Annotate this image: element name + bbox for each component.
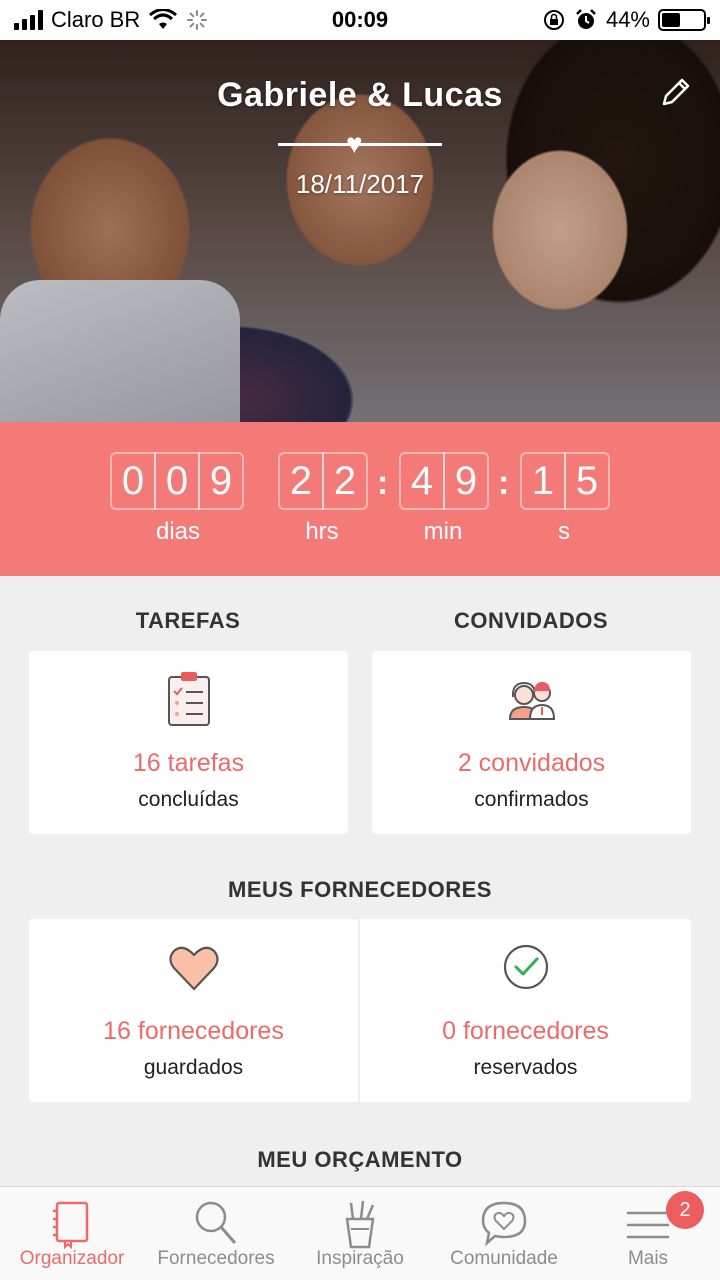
booked-vendors-sub: reservados [473,1056,578,1079]
bottom-tab-bar: Organizador Fornecedores Inspiração Comu… [0,1186,720,1280]
battery-percent: 44% [605,7,650,32]
carrier-label: Claro BR [51,7,141,32]
edit-pencil-icon[interactable] [658,74,694,110]
clipboard-checklist-icon [167,672,210,726]
hours-label: hrs [305,518,339,545]
tab-inspiracao[interactable]: Inspiração [288,1187,432,1280]
tab-fornecedores[interactable]: Fornecedores [144,1187,288,1280]
tasks-sub: concluídas [138,788,239,811]
countdown-panel: 0 0 9 2 2 : 4 9 : 1 5 dias hrs min s [0,422,720,576]
days-digits: 0 0 9 [110,452,244,510]
days-label: dias [155,518,201,545]
notebook-icon [53,1201,89,1250]
seconds-label: s [558,518,570,545]
guests-couple-icon [508,681,555,720]
heart-chat-icon [481,1201,527,1247]
minutes-label: min [423,518,463,545]
tasks-count: 16 tarefas [132,749,245,777]
tab-label: Mais [627,1248,669,1269]
clock: 00:09 [331,7,389,32]
tab-label: Inspiração [316,1248,404,1269]
days-digit: 0 [154,452,200,510]
tab-organizador[interactable]: Organizador [0,1187,144,1280]
tab-comunidade[interactable]: Comunidade [432,1187,576,1280]
alarm-icon [576,9,596,29]
notification-badge: 2 [666,1191,704,1229]
hero-header: Gabriele & Lucas ♥ 18/11/2017 [0,76,720,200]
status-bar: Claro BR 00:09 44% [0,0,720,40]
check-circle-icon [503,944,548,990]
time-separator: : [498,464,510,502]
battery-icon [658,9,710,31]
couple-name: Gabriele & Lucas [217,76,503,114]
guests-sub: confirmados [474,788,589,811]
signal-icon [14,10,43,30]
saved-vendors-sub: guardados [143,1056,244,1079]
hours-digits: 2 2 [278,452,368,510]
tab-label: Fornecedores [157,1248,275,1269]
heart-icon: ♥ [346,128,363,159]
tab-label: Comunidade [450,1248,558,1269]
loading-icon [187,10,208,30]
tab-label: Organizador [19,1248,125,1269]
couple-photo[interactable]: Gabriele & Lucas ♥ 18/11/2017 [0,40,720,422]
hours-digit: 2 [278,452,324,510]
saved-vendors-card[interactable]: 16 fornecedores guardados [29,919,358,1102]
minutes-digit: 9 [443,452,489,510]
booked-vendors-card[interactable]: 0 fornecedores reservados [360,919,691,1102]
pencil-cup-icon [345,1200,375,1249]
seconds-digit: 5 [564,452,610,510]
heart-divider: ♥ [278,129,442,159]
guests-section-title: CONVIDADOS [453,608,609,633]
guests-count: 2 convidados [457,749,606,777]
tasks-card[interactable]: 16 tarefas concluídas [29,651,348,834]
heart-icon [168,946,219,991]
days-digit: 0 [110,452,156,510]
time-separator: : [377,464,389,502]
seconds-digits: 1 5 [520,452,610,510]
budget-section-title: MEU ORÇAMENTO [257,1147,463,1172]
rotation-lock-icon [543,10,564,30]
vendors-section-title: MEUS FORNECEDORES [228,877,492,902]
wedding-date: 18/11/2017 [295,169,425,199]
seconds-digit: 1 [520,452,566,510]
minutes-digit: 4 [399,452,445,510]
guests-card[interactable]: 2 convidados confirmados [372,651,691,834]
battery-fill [662,13,680,27]
saved-vendors-count: 16 fornecedores [103,1017,284,1045]
tab-mais[interactable]: 2 Mais [576,1187,720,1280]
booked-vendors-count: 0 fornecedores [442,1017,609,1045]
search-icon [195,1201,237,1244]
hours-digit: 2 [322,452,368,510]
days-digit: 9 [198,452,244,510]
minutes-digits: 4 9 [399,452,489,510]
wifi-icon [149,9,178,29]
